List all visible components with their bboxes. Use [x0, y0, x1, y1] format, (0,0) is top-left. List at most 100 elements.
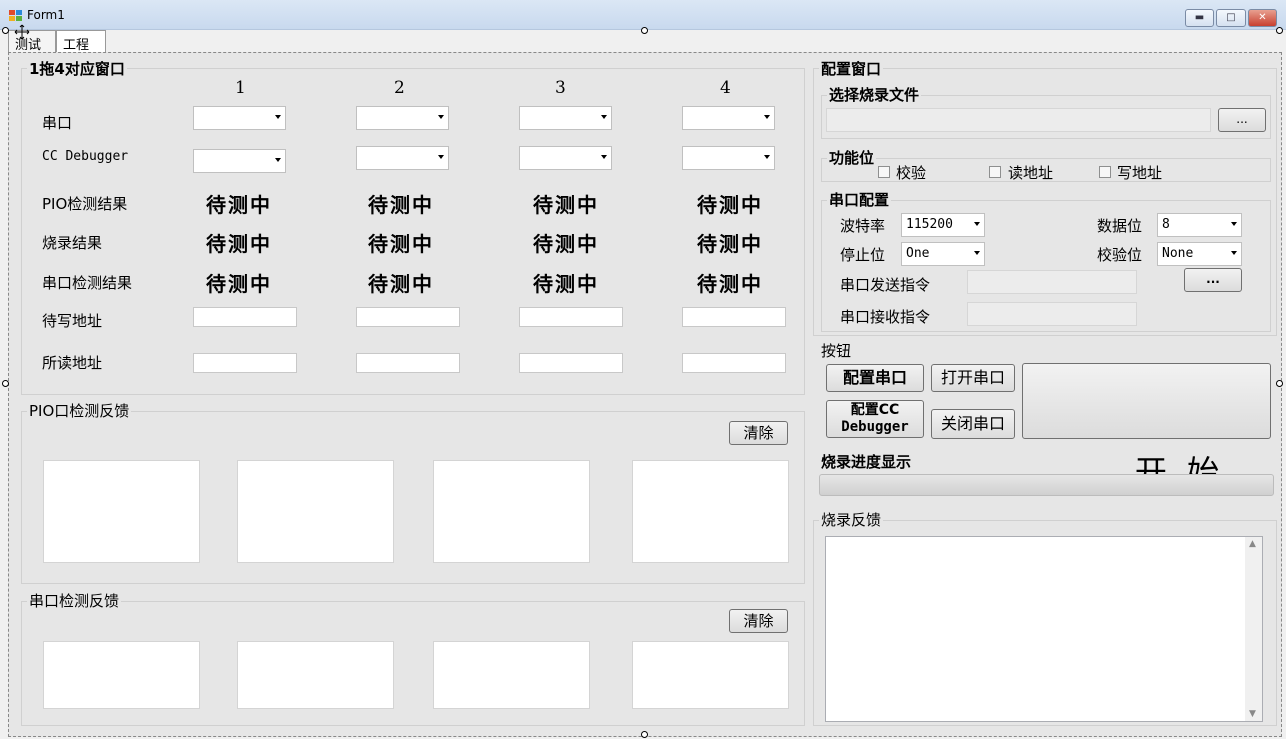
- pio-status-3: 待测中: [533, 193, 599, 217]
- column-4-label: 4: [720, 78, 731, 98]
- chevron-down-icon: [1231, 251, 1237, 255]
- close-button[interactable]: ✕: [1248, 9, 1277, 27]
- read-addr-input-3[interactable]: [519, 353, 623, 373]
- cc-combo-3[interactable]: [519, 146, 612, 170]
- resize-handle[interactable]: [2, 380, 9, 387]
- config-cc-button[interactable]: 配置CC Debugger: [826, 400, 924, 438]
- burn-status-2: 待测中: [368, 232, 434, 256]
- row-label-write-addr: 待写地址: [42, 312, 103, 330]
- serial-combo-3[interactable]: [519, 106, 612, 130]
- chevron-down-icon: [275, 158, 281, 162]
- column-3-label: 3: [555, 78, 566, 98]
- progress-title: 烧录进度显示: [819, 451, 914, 472]
- serial-status-3: 待测中: [533, 272, 599, 296]
- minimize-icon: ▬: [1194, 12, 1205, 23]
- row-label-pio: PIO检测结果: [42, 195, 128, 213]
- file-path-input[interactable]: [826, 108, 1211, 132]
- verify-label: 校验: [896, 164, 927, 182]
- pio-clear-button[interactable]: 清除: [729, 421, 788, 445]
- resize-handle[interactable]: [641, 27, 648, 34]
- config-serial-button[interactable]: 配置串口: [826, 364, 924, 392]
- verify-checkbox[interactable]: [878, 166, 890, 178]
- pio-feedback-box-1[interactable]: [43, 460, 200, 563]
- scroll-up-icon[interactable]: ▲: [1249, 539, 1256, 549]
- serial-config-title: 串口配置: [827, 189, 892, 210]
- pio-status-2: 待测中: [368, 193, 434, 217]
- serial-clear-button[interactable]: 清除: [729, 609, 788, 633]
- cc-combo-1[interactable]: [193, 149, 286, 173]
- pio-feedback-box-4[interactable]: [632, 460, 789, 563]
- serial-feedback-box-4[interactable]: [632, 641, 789, 709]
- group-serial-feedback-title: 串口检测反馈: [27, 590, 122, 611]
- maximize-icon: □: [1226, 12, 1236, 23]
- row-label-serial: 串口: [42, 114, 73, 132]
- start-button[interactable]: 开 始: [1022, 363, 1271, 491]
- move-handle-icon[interactable]: [14, 24, 30, 40]
- resize-handle[interactable]: [1276, 380, 1283, 387]
- row-label-burn: 烧录结果: [42, 234, 103, 252]
- tab-project[interactable]: 工程: [56, 30, 106, 53]
- stopbits-combo[interactable]: One: [901, 242, 985, 266]
- write-addr-input-1[interactable]: [193, 307, 297, 327]
- serial-status-1: 待测中: [206, 272, 272, 296]
- chevron-down-icon: [974, 251, 980, 255]
- read-addr-input-1[interactable]: [193, 353, 297, 373]
- read-addr-input-2[interactable]: [356, 353, 460, 373]
- column-1-label: 1: [235, 78, 246, 98]
- cc-combo-2[interactable]: [356, 146, 449, 170]
- config-title: 配置窗口: [819, 58, 884, 79]
- file-group-title: 选择烧录文件: [827, 84, 922, 105]
- stopbits-label: 停止位: [840, 246, 886, 264]
- row-label-cc: CC Debugger: [42, 149, 129, 164]
- cc-combo-4[interactable]: [682, 146, 775, 170]
- burn-status-3: 待测中: [533, 232, 599, 256]
- recv-cmd-input[interactable]: [967, 302, 1137, 326]
- chevron-down-icon: [764, 115, 770, 119]
- write-addr-checkbox[interactable]: [1099, 166, 1111, 178]
- file-browse-button[interactable]: ...: [1218, 108, 1266, 132]
- resize-handle[interactable]: [1276, 27, 1283, 34]
- serial-status-4: 待测中: [697, 272, 763, 296]
- baud-combo[interactable]: 115200: [901, 213, 985, 237]
- resize-handle[interactable]: [641, 731, 648, 738]
- write-addr-input-2[interactable]: [356, 307, 460, 327]
- write-addr-input-4[interactable]: [682, 307, 786, 327]
- chevron-down-icon: [1231, 222, 1237, 226]
- serial-combo-1[interactable]: [193, 106, 286, 130]
- feedback-scrollbar[interactable]: ▲ ▼: [1245, 537, 1262, 721]
- chevron-down-icon: [974, 222, 980, 226]
- resize-handle[interactable]: [2, 27, 9, 34]
- pio-feedback-box-2[interactable]: [237, 460, 394, 563]
- write-addr-input-3[interactable]: [519, 307, 623, 327]
- databits-label: 数据位: [1097, 217, 1143, 235]
- main-window: Form1 ▬ □ ✕ 测试 工程 1拖4对应窗口 1 2 3 4 串口 CC …: [0, 0, 1286, 739]
- open-serial-button[interactable]: 打开串口: [931, 364, 1015, 392]
- serial-combo-4[interactable]: [682, 106, 775, 130]
- progress-bar: [819, 474, 1274, 496]
- maximize-button[interactable]: □: [1216, 9, 1246, 27]
- send-cmd-browse-button[interactable]: ...: [1184, 268, 1242, 292]
- group-main-title: 1拖4对应窗口: [27, 58, 127, 79]
- read-addr-checkbox[interactable]: [989, 166, 1001, 178]
- feedback-title: 烧录反馈: [819, 509, 884, 530]
- close-serial-button[interactable]: 关闭串口: [931, 409, 1015, 439]
- serial-feedback-box-2[interactable]: [237, 641, 394, 709]
- read-addr-input-4[interactable]: [682, 353, 786, 373]
- serial-combo-2[interactable]: [356, 106, 449, 130]
- databits-combo[interactable]: 8: [1157, 213, 1242, 237]
- app-icon: [9, 10, 22, 21]
- serial-feedback-box-3[interactable]: [433, 641, 590, 709]
- serial-feedback-box-1[interactable]: [43, 641, 200, 709]
- send-cmd-input[interactable]: [967, 270, 1137, 294]
- pio-status-4: 待测中: [697, 193, 763, 217]
- chevron-down-icon: [601, 115, 607, 119]
- minimize-button[interactable]: ▬: [1185, 9, 1214, 27]
- chevron-down-icon: [438, 155, 444, 159]
- feedback-textarea[interactable]: ▲ ▼: [825, 536, 1263, 722]
- pio-feedback-box-3[interactable]: [433, 460, 590, 563]
- chevron-down-icon: [438, 115, 444, 119]
- scroll-down-icon[interactable]: ▼: [1249, 709, 1256, 719]
- column-2-label: 2: [394, 78, 405, 98]
- parity-combo[interactable]: None: [1157, 242, 1242, 266]
- write-addr-label: 写地址: [1117, 164, 1163, 182]
